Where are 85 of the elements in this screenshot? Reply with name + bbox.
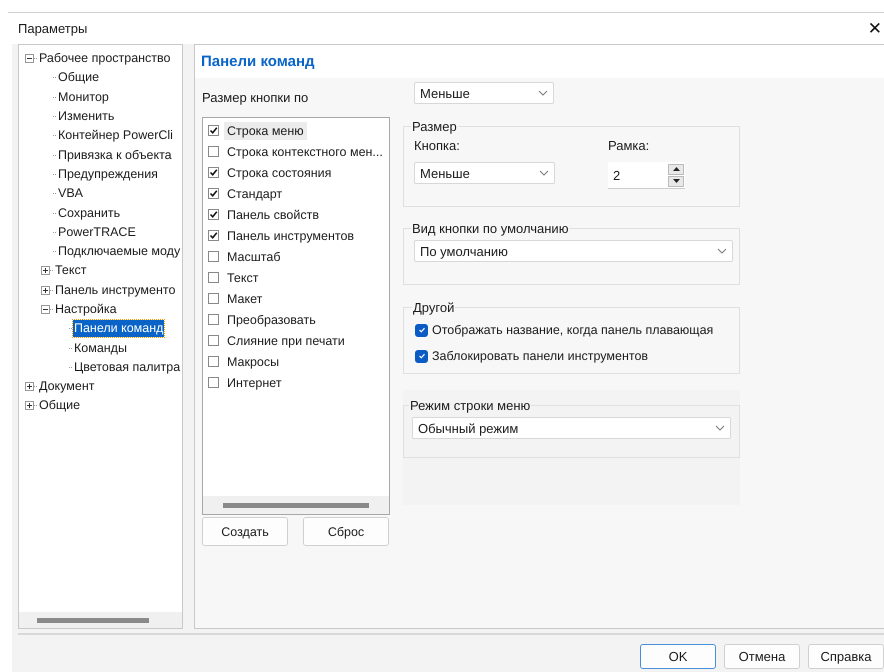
checkbox[interactable] [208,188,219,199]
tree-item[interactable]: Команды [73,340,128,357]
close-button[interactable]: ✕ [866,18,884,38]
help-button[interactable]: Справка [808,644,884,669]
scrollbar[interactable] [37,618,149,622]
tree-item[interactable]: Контейнер PowerCli [57,127,174,144]
list-item[interactable]: Текст [224,268,262,286]
reset-button[interactable]: Сброс [303,517,389,546]
field-label: Размер кнопки по [202,90,310,105]
checkmark-icon [416,351,426,361]
number-field[interactable]: 2 [608,162,685,189]
tree-item[interactable]: Монитор [57,88,110,106]
tree-item[interactable]: Панели команд [73,320,164,338]
group-title: Режим строки меню [409,398,532,413]
checkbox[interactable] [208,251,219,262]
tree-item[interactable]: Документ [38,378,96,396]
checkbox[interactable] [208,356,219,367]
tree-item[interactable]: Рабочее пространство [38,50,172,68]
tree-item[interactable]: Общие [38,397,82,414]
list-item[interactable]: Строка состояния [224,164,334,182]
checkbox-label: Отображать название, когда панель плавающая [432,323,714,337]
tree-item[interactable]: Настройка [54,301,118,318]
tree-item[interactable]: VBA [57,185,84,202]
cancel-button[interactable]: Отмена [724,644,800,669]
checkbox[interactable] [415,324,428,336]
list-item[interactable]: Интернет [224,374,285,392]
tree-item[interactable]: Предупреждения [57,166,159,183]
page-title: Панели команд [201,53,315,70]
tree-item[interactable]: Подключаемые моду [57,243,182,260]
group-title: Вид кнопки по умолчанию [411,221,570,236]
chevron-down-icon [717,248,727,254]
list-item[interactable]: Строка контекстного мен... [224,142,386,160]
group-title: Размер [411,119,458,134]
checkbox-label: Заблокировать панели инструментов [432,349,648,363]
dropdown[interactable]: Меньше [414,162,555,184]
tree-item[interactable]: Изменить [57,108,116,126]
window-title: Параметры [18,21,88,36]
group-title: Другой [412,300,456,315]
list-item[interactable]: Панель свойств [224,206,322,224]
expander-icon[interactable] [25,382,34,392]
spin-up-icon[interactable] [668,164,684,174]
list-item[interactable]: Преобразовать [224,310,319,328]
dropdown[interactable]: Обычный режим [412,417,731,439]
checkbox[interactable] [208,314,219,325]
tree-item[interactable]: Цветовая палитра [73,358,182,376]
tree-item[interactable]: Текст [54,262,88,280]
checkbox[interactable] [208,125,219,136]
scrollbar[interactable] [223,502,369,508]
list-item[interactable]: Макросы [224,352,282,370]
checkbox[interactable] [208,377,219,388]
dropdown[interactable]: По умолчанию [414,240,733,262]
field-label: Кнопка: [414,138,461,153]
checkmark-icon [416,325,426,335]
checkbox[interactable] [208,335,219,346]
list-item[interactable]: Макет [224,290,266,308]
tree-item[interactable]: PowerTRACE [57,224,137,241]
tree-item[interactable]: Панель инструменто [54,282,176,299]
checkbox[interactable] [208,293,219,304]
list-item[interactable]: Строка меню [224,122,307,140]
expander-icon[interactable] [25,54,34,64]
tree-item[interactable]: Привязка к объекта [57,146,173,164]
checkbox[interactable] [208,230,219,241]
checkbox[interactable] [208,167,219,178]
list-item[interactable]: Масштаб [224,248,284,266]
chevron-down-icon [538,90,548,96]
expander-icon[interactable] [25,401,34,410]
tree-item[interactable]: Сохранить [57,204,122,222]
dropdown[interactable]: Меньше [414,82,554,104]
checkbox[interactable] [208,272,219,283]
expander-icon[interactable] [41,286,50,295]
checkbox[interactable] [415,350,428,362]
ok-button[interactable]: OK [640,644,716,669]
tree-item[interactable]: Общие [57,69,100,86]
create-button[interactable]: Создать [202,517,288,546]
expander-icon[interactable] [41,266,50,276]
field-label: Рамка: [608,138,650,153]
list-item[interactable]: Слияние при печати [224,332,348,350]
chevron-down-icon [539,170,549,176]
checkbox[interactable] [208,146,219,157]
checkbox[interactable] [208,209,219,220]
chevron-down-icon [715,425,725,431]
list-item[interactable]: Стандарт [224,184,286,202]
spin-down-icon[interactable] [668,176,684,186]
list-item[interactable]: Панель инструментов [224,226,358,244]
expander-icon[interactable] [41,305,50,314]
